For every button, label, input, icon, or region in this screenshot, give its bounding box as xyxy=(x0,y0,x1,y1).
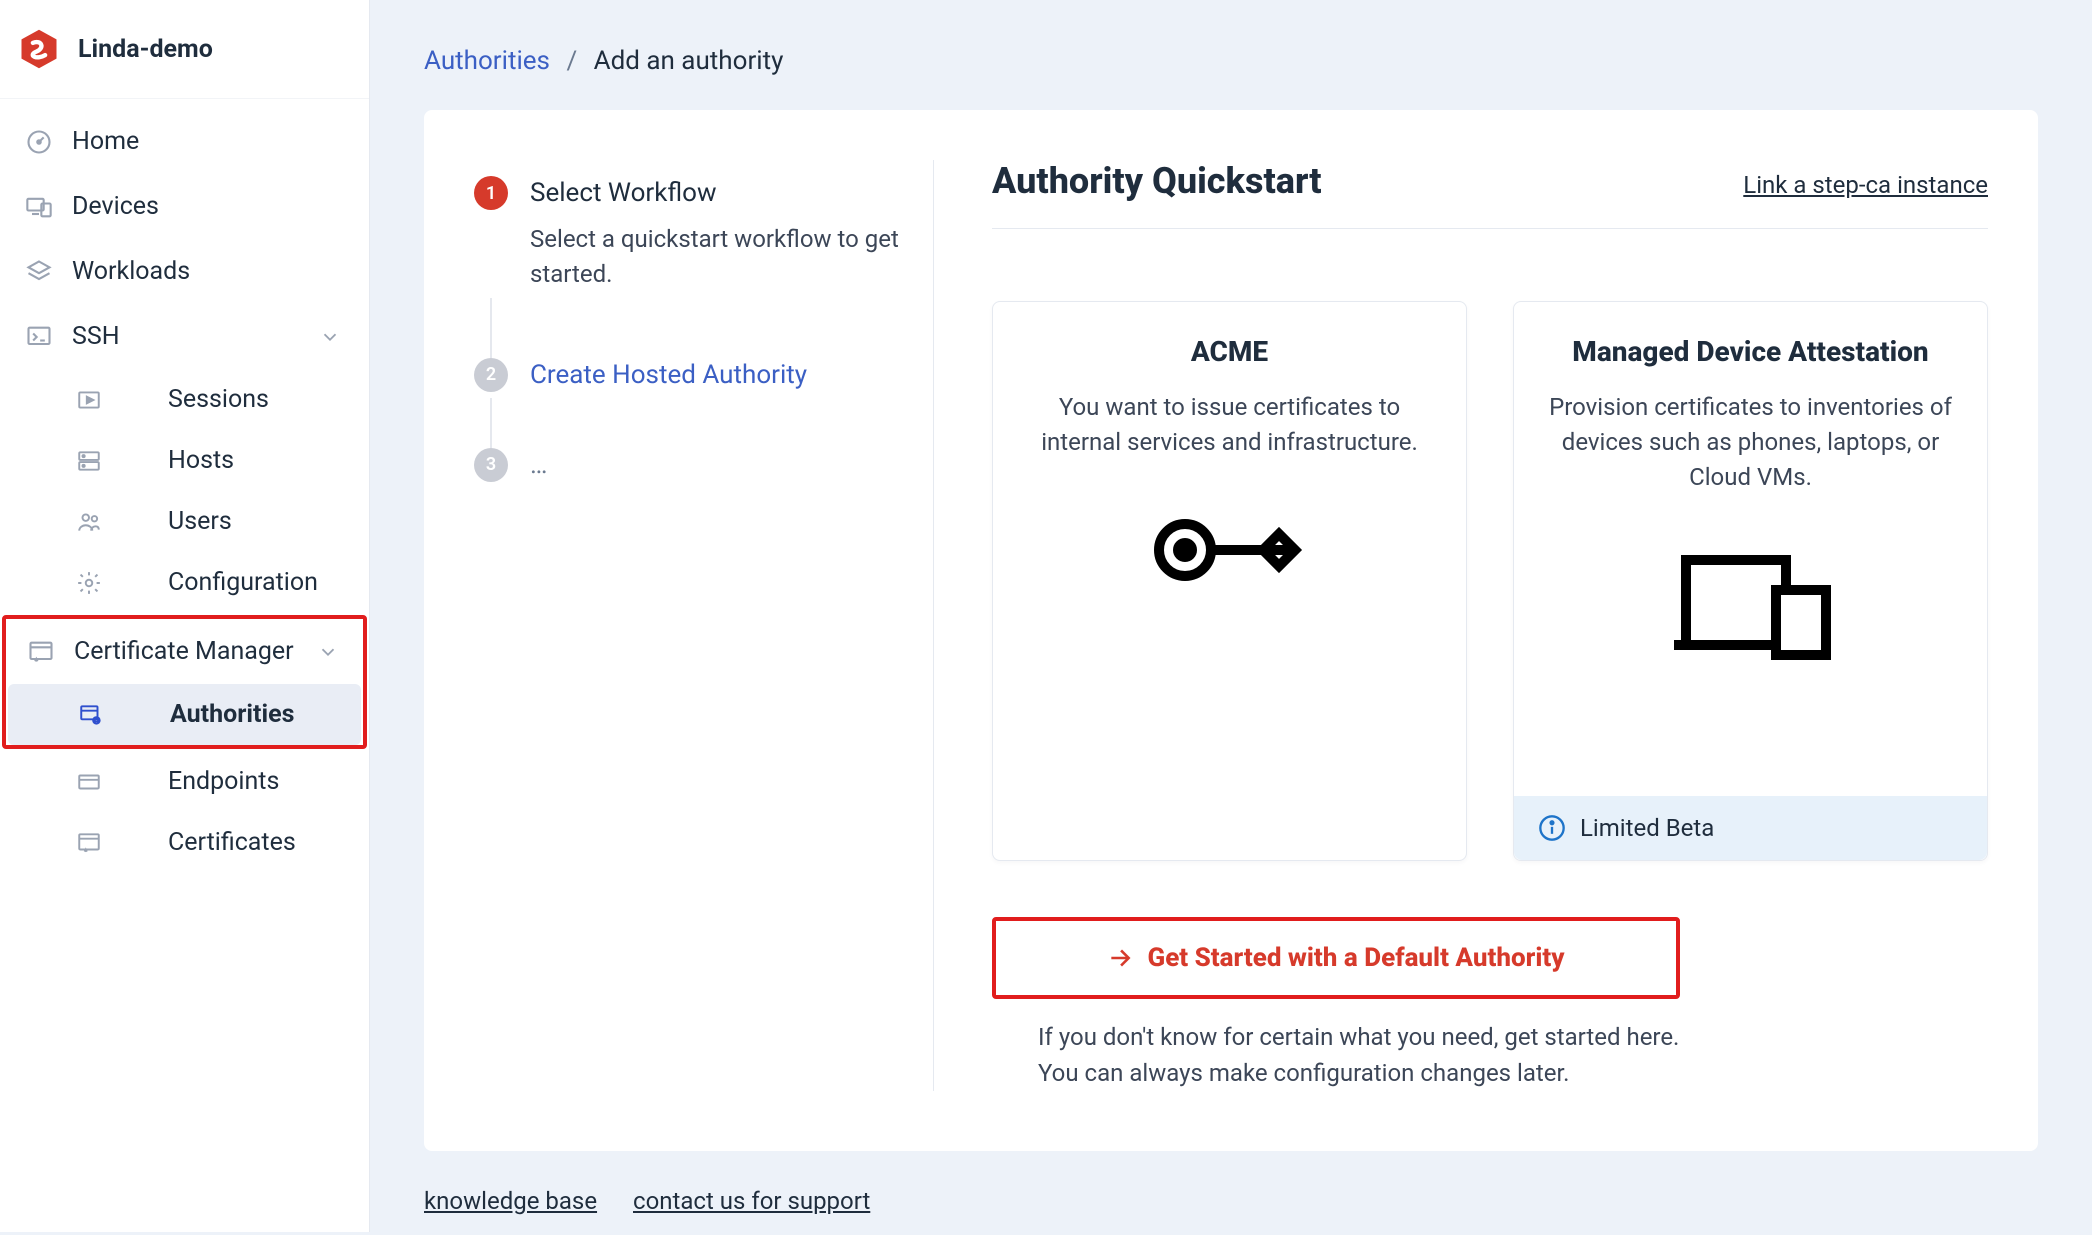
tile-acme[interactable]: ACME You want to issue certificates to i… xyxy=(992,301,1467,861)
nav-cm-label: Certificate Manager xyxy=(74,637,294,666)
footer-kb-link[interactable]: knowledge base xyxy=(424,1187,597,1215)
server-icon xyxy=(74,448,104,474)
nav-cm-endpoints[interactable]: Endpoints xyxy=(6,751,363,812)
cta-label: Get Started with a Default Authority xyxy=(1147,943,1564,973)
card-icon xyxy=(74,769,104,795)
wizard-steps: 1 Select Workflow Select a quickstart wo… xyxy=(474,160,934,1091)
info-icon xyxy=(1538,814,1566,842)
step-3-title: … xyxy=(530,450,547,482)
step-number-2: 2 xyxy=(474,358,508,392)
nav-cm-certificates-label: Certificates xyxy=(168,828,296,857)
beta-badge: Limited Beta xyxy=(1514,796,1987,860)
tile-mda-title: Managed Device Attestation xyxy=(1572,334,1928,370)
nav-ssh-hosts[interactable]: Hosts xyxy=(6,430,363,491)
gear-icon xyxy=(74,570,104,596)
step-2-title: Create Hosted Authority xyxy=(530,360,807,392)
terminal-icon xyxy=(24,323,54,351)
main-area: Authorities / Add an authority 1 Select … xyxy=(370,0,2092,1232)
page-title: Authority Quickstart xyxy=(992,160,1322,202)
arrow-right-icon xyxy=(1107,945,1133,971)
sidebar-nav: Home Devices Workloads SSH xyxy=(0,99,369,873)
nav-workloads[interactable]: Workloads xyxy=(6,239,363,304)
wizard-step-1: 1 Select Workflow Select a quickstart wo… xyxy=(474,176,913,292)
nav-devices[interactable]: Devices xyxy=(6,174,363,239)
nav-ssh-sessions-label: Sessions xyxy=(168,385,269,414)
step-1-desc: Select a quickstart workflow to get star… xyxy=(530,222,913,292)
breadcrumb: Authorities / Add an authority xyxy=(424,46,2038,76)
nav-cm-authorities[interactable]: Authorities xyxy=(8,684,361,745)
link-step-ca-link[interactable]: Link a step-ca instance xyxy=(1743,171,1988,199)
main-card: 1 Select Workflow Select a quickstart wo… xyxy=(424,110,2038,1151)
certificate-icon xyxy=(74,830,104,856)
wizard-connector xyxy=(490,398,492,448)
brand-logo-icon xyxy=(18,28,60,70)
quickstart-tiles: ACME You want to issue certificates to i… xyxy=(992,301,1988,861)
breadcrumb-separator: / xyxy=(566,46,577,76)
chevron-down-icon xyxy=(319,326,341,348)
beta-label: Limited Beta xyxy=(1580,814,1714,842)
cert-manager-icon xyxy=(26,638,56,666)
gauge-icon xyxy=(24,128,54,156)
wizard-connector xyxy=(490,298,492,358)
tile-mda-desc: Provision certificates to inventories of… xyxy=(1544,390,1957,494)
nav-ssh-sessions[interactable]: Sessions xyxy=(6,369,363,430)
users-icon xyxy=(74,509,104,535)
step-1-title: Select Workflow xyxy=(530,178,913,208)
nav-workloads-label: Workloads xyxy=(72,257,190,286)
sidebar-highlight: Certificate Manager Authorities xyxy=(2,615,367,749)
nav-ssh-users[interactable]: Users xyxy=(6,491,363,552)
shield-lock-icon xyxy=(76,702,106,728)
sidebar: Linda-demo Home Devices Workloads xyxy=(0,0,370,1232)
step-number-1: 1 xyxy=(474,176,508,210)
key-icon xyxy=(1145,500,1315,600)
nav-cm-certificates[interactable]: Certificates xyxy=(6,812,363,873)
nav-ssh-label: SSH xyxy=(72,322,120,351)
breadcrumb-root[interactable]: Authorities xyxy=(424,46,550,76)
nav-ssh-config-label: Configuration xyxy=(168,568,318,597)
stack-icon xyxy=(24,258,54,286)
chevron-down-icon xyxy=(317,641,339,663)
brand: Linda-demo xyxy=(0,0,369,99)
nav-cm-endpoints-label: Endpoints xyxy=(168,767,279,796)
footer-support-link[interactable]: contact us for support xyxy=(633,1187,870,1215)
tile-acme-title: ACME xyxy=(1191,334,1268,370)
footer-links: knowledge base contact us for support xyxy=(424,1151,2038,1235)
nav-cert-manager[interactable]: Certificate Manager xyxy=(8,619,361,684)
tile-mda[interactable]: Managed Device Attestation Provision cer… xyxy=(1513,301,1988,861)
nav-home[interactable]: Home xyxy=(6,109,363,174)
tile-acme-desc: You want to issue certificates to intern… xyxy=(1023,390,1436,460)
org-name: Linda-demo xyxy=(78,35,213,64)
content-panel: Authority Quickstart Link a step-ca inst… xyxy=(954,160,1988,1091)
nav-home-label: Home xyxy=(72,127,139,156)
content-header: Authority Quickstart Link a step-ca inst… xyxy=(992,160,1988,229)
default-authority-button[interactable]: Get Started with a Default Authority xyxy=(996,921,1676,995)
nav-devices-label: Devices xyxy=(72,192,159,221)
nav-ssh-users-label: Users xyxy=(168,507,232,536)
devices-large-icon xyxy=(1666,535,1836,665)
step-number-3: 3 xyxy=(474,448,508,482)
devices-icon xyxy=(24,193,54,221)
breadcrumb-current: Add an authority xyxy=(594,46,784,76)
wizard-step-2[interactable]: 2 Create Hosted Authority xyxy=(474,358,913,392)
nav-ssh-configuration[interactable]: Configuration xyxy=(6,552,363,613)
nav-cm-authorities-label: Authorities xyxy=(170,700,294,729)
wizard-step-3: 3 … xyxy=(474,448,913,482)
cta-description: If you don't know for certain what you n… xyxy=(992,1019,1712,1091)
nav-ssh-hosts-label: Hosts xyxy=(168,446,234,475)
cta-row: Get Started with a Default Authority If … xyxy=(992,917,1988,1091)
play-window-icon xyxy=(74,387,104,413)
nav-ssh[interactable]: SSH xyxy=(6,304,363,369)
